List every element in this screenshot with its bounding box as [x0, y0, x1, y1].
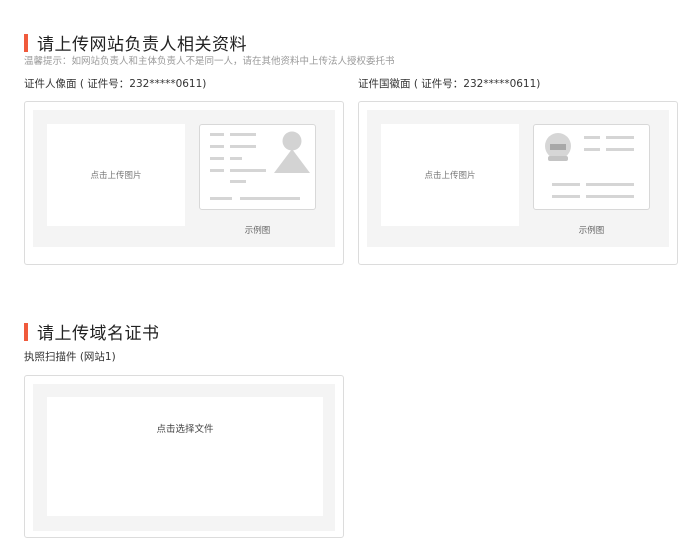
- front-id-card-box: 点击上传图片 示例图: [24, 101, 344, 265]
- id-card-portrait-icon: [199, 124, 316, 210]
- front-id-upload-area[interactable]: 点击上传图片: [47, 124, 185, 226]
- section-accent-bar: [24, 33, 28, 52]
- front-example-caption: 示例图: [244, 226, 271, 236]
- back-upload-text: 点击上传图片: [424, 171, 476, 181]
- section-title-text: 请上传域名证书: [37, 324, 160, 344]
- back-id-card-box: 点击上传图片 示例图: [358, 101, 678, 265]
- tip-text: 温馨提示：如网站负责人和主体负责人不是同一人，请在其他资料中上传法人授权委托书: [24, 56, 395, 67]
- section-title-text: 请上传网站负责人相关资料: [37, 35, 247, 55]
- front-id-label: 证件人像面 ( 证件号：232*****0611): [24, 78, 207, 90]
- section-accent-bar: [24, 322, 28, 341]
- domain-certificate-upload-area[interactable]: 点击选择文件: [47, 397, 323, 516]
- back-id-upload-area[interactable]: 点击上传图片: [381, 124, 519, 226]
- domain-certificate-card-box: 点击选择文件: [24, 375, 344, 538]
- domain-certificate-panel: 点击选择文件: [33, 384, 335, 531]
- back-id-label: 证件国徽面 ( 证件号：232*****0611): [358, 78, 541, 90]
- front-id-panel: 点击上传图片 示例图: [33, 110, 335, 247]
- back-id-panel: 点击上传图片 示例图: [367, 110, 669, 247]
- back-example-caption: 示例图: [578, 226, 605, 236]
- front-upload-text: 点击上传图片: [90, 171, 142, 181]
- section-title-domain-certificate: 请上传域名证书: [24, 319, 160, 344]
- id-card-emblem-icon: [533, 124, 650, 210]
- section-title-responsible-person: 请上传网站负责人相关资料: [24, 30, 247, 55]
- license-scan-label: 执照扫描件 (网站1): [24, 351, 116, 363]
- select-file-text: 点击选择文件: [156, 424, 214, 435]
